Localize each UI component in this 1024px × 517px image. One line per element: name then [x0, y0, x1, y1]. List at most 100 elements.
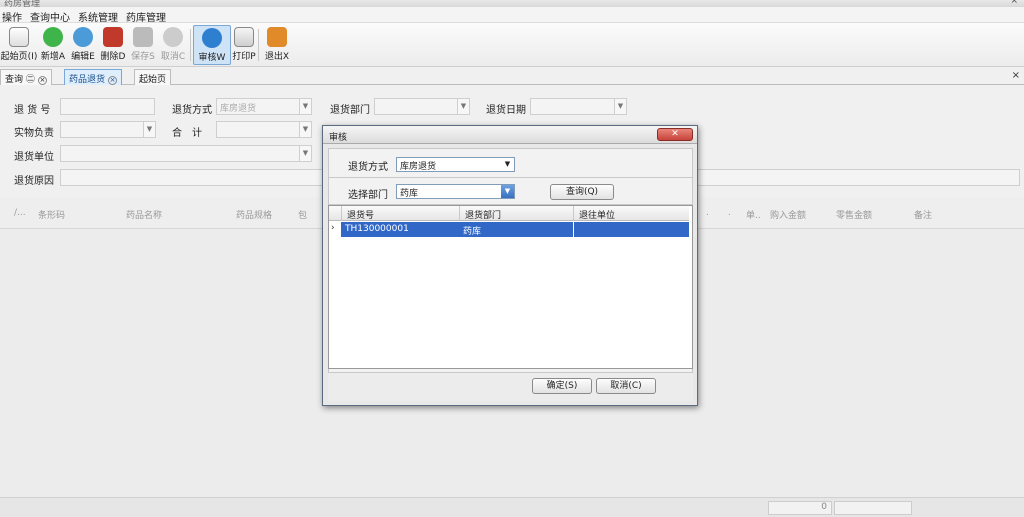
return-method-value: 库房退货	[220, 104, 257, 114]
return-date-picker[interactable]: ▼	[530, 98, 627, 115]
grid-col-note: 备注	[914, 211, 933, 221]
total-label: 合 计	[172, 128, 202, 139]
window-close-icon[interactable]: ×	[1010, 0, 1018, 6]
chevron-down-icon: ▼	[501, 185, 514, 198]
grid-col-a: .	[706, 208, 709, 218]
cancel-button[interactable]: 取消C	[154, 25, 192, 65]
col-target[interactable]: 退往单位	[579, 208, 615, 221]
dialog-method-label: 退货方式	[348, 162, 388, 173]
return-dept-select[interactable]: ▼	[374, 98, 470, 115]
print-icon	[234, 27, 254, 47]
grid-col-barcode: 条形码	[38, 211, 66, 221]
dialog-dept-value: 药库	[400, 189, 419, 199]
dialog-close-button[interactable]: ✕	[657, 128, 693, 141]
menu-bar: 操作 查询中心 系统管理 药库管理	[0, 7, 1024, 24]
dialog-cancel-button[interactable]: 取消(C)	[596, 378, 656, 394]
return-no-field[interactable]	[60, 98, 155, 115]
tab-start-label: 起始页	[139, 75, 167, 85]
chevron-down-icon: ▼	[143, 122, 155, 137]
row-return-no: TH130000001	[345, 224, 409, 234]
title-bar: 药房管理 ×	[0, 0, 1024, 9]
toolbar: 起始页(I) 新增A 编辑E 删除D 保存S 取消C 审核W 打印P 退出X	[0, 23, 1024, 67]
receiver-select[interactable]: ▼	[60, 121, 156, 138]
edit-icon	[73, 27, 93, 47]
col-return-dept[interactable]: 退货部门	[465, 208, 501, 221]
grid-col-name: 药品名称	[126, 211, 163, 221]
supplier-label: 退货单位	[14, 152, 54, 163]
tab-bar: 查询 ㊁ × 药品退货 × 起始页	[0, 67, 1024, 85]
save-icon	[133, 27, 153, 47]
grid-col-index: /...	[14, 208, 26, 218]
tab-query[interactable]: 查询 ㊁ ×	[0, 69, 52, 85]
col-divider	[341, 206, 342, 221]
grid-col-spec: 药品规格	[236, 211, 273, 221]
tab-drug-return[interactable]: 药品退货 ×	[64, 69, 123, 85]
dialog-dept-label: 选择部门	[348, 190, 388, 201]
tabs-close-icon[interactable]: ×	[1012, 70, 1020, 81]
return-date-label: 退货日期	[486, 105, 526, 116]
tab-start[interactable]: 起始页	[134, 69, 172, 85]
dialog-ok-button[interactable]: 确定(S)	[532, 378, 592, 394]
divider	[329, 177, 692, 178]
purchase-total: 0	[768, 501, 832, 515]
add-icon	[43, 27, 63, 47]
audit-icon	[202, 28, 222, 48]
undo-icon	[163, 27, 183, 47]
dialog-method-value: 库房退货	[400, 162, 437, 172]
col-return-no[interactable]: 退货号	[347, 208, 374, 221]
dialog-method-select[interactable]: 库房退货 ▼	[396, 157, 515, 172]
menu-item-pharmacy[interactable]: 药库管理	[126, 9, 166, 24]
dialog-query-button[interactable]: 查询(Q)	[550, 184, 614, 200]
grid-col-retail: 零售金额	[836, 211, 873, 221]
return-no-label: 退 货 号	[14, 105, 51, 116]
supplier-select[interactable]: ▼	[60, 145, 312, 162]
row-indicator-icon: ›	[331, 223, 335, 233]
chevron-down-icon: ▼	[299, 122, 311, 137]
return-dept-label: 退货部门	[330, 105, 370, 116]
chevron-down-icon: ▼	[299, 146, 311, 161]
col-divider	[573, 222, 574, 237]
retail-total	[834, 501, 912, 515]
chevron-down-icon: ▼	[504, 160, 511, 168]
chevron-down-icon: ▼	[614, 99, 626, 114]
toolbar-divider	[190, 29, 191, 61]
grid-col-b: .	[728, 208, 731, 218]
exit-label: 退出X	[264, 52, 290, 62]
status-bar: 0	[0, 497, 1024, 517]
menu-item-operate[interactable]: 操作	[2, 9, 22, 24]
tab-query-label: 查询 ㊁	[5, 75, 35, 85]
delete-icon	[103, 27, 123, 47]
exit-icon	[267, 27, 287, 47]
menu-item-query[interactable]: 查询中心	[30, 9, 70, 24]
audit-table: 退货号 退货部门 退往单位 › TH130000001 药库	[328, 205, 693, 369]
col-divider	[573, 206, 574, 221]
home-button[interactable]: 起始页(I)	[0, 25, 38, 65]
grid-col-purchase: 购入金额	[770, 211, 807, 221]
audit-table-header: 退货号 退货部门 退往单位	[329, 206, 689, 221]
total-field[interactable]: ▼	[216, 121, 312, 138]
row-return-dept: 药库	[463, 227, 482, 237]
home-icon	[9, 27, 29, 47]
dialog-footer: 确定(S) 取消(C)	[328, 372, 693, 401]
table-row[interactable]: TH130000001 药库	[341, 222, 689, 237]
dialog-dept-select[interactable]: 药库 ▼	[396, 184, 515, 199]
grid-col-unit: 单..	[746, 211, 761, 221]
cancel-label: 取消C	[160, 52, 186, 62]
reason-label: 退货原因	[14, 176, 54, 187]
dialog-title: 审核	[329, 133, 348, 143]
tab-drug-return-label: 药品退货	[69, 75, 106, 85]
home-label: 起始页(I)	[0, 52, 38, 62]
dialog-title-bar: 审核 ✕	[323, 126, 697, 144]
receiver-label: 实物负责	[14, 128, 54, 139]
audit-dialog: 审核 ✕ 退货方式 库房退货 ▼ 选择部门 药库 ▼ 查询(Q) 退货号 退货部…	[322, 125, 698, 406]
chevron-down-icon: ▼	[457, 99, 469, 114]
chevron-down-icon: ▼	[299, 99, 311, 114]
col-divider	[459, 206, 460, 221]
exit-button[interactable]: 退出X	[258, 25, 296, 65]
close-icon[interactable]: ×	[37, 76, 47, 85]
close-icon[interactable]: ×	[108, 76, 118, 85]
grid-col-pack: 包	[298, 211, 308, 221]
menu-item-system[interactable]: 系统管理	[78, 9, 118, 24]
return-method-select[interactable]: 库房退货 ▼	[216, 98, 312, 115]
return-method-label: 退货方式	[172, 105, 212, 116]
